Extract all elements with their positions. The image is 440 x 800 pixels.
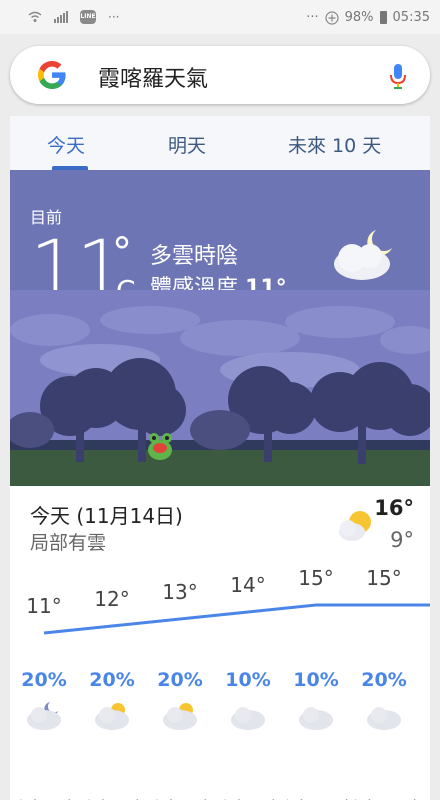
google-logo-icon xyxy=(36,59,68,96)
tab-tomorrow[interactable]: 明天 xyxy=(168,131,206,158)
status-bar: LINE ··· ··· 98% 05:35 xyxy=(0,0,440,34)
cloudy-icon xyxy=(231,707,265,730)
today-date: 今天 (11月14日) xyxy=(30,504,183,528)
cloudy-night-icon xyxy=(334,230,392,280)
today-low: 9° xyxy=(390,528,414,552)
line-app-icon: LINE xyxy=(80,10,96,24)
tab-today[interactable]: 今天 xyxy=(47,131,85,158)
clock: 05:35 xyxy=(392,10,430,25)
hourly-precip-label: 20% xyxy=(89,669,134,691)
cloudy-icon xyxy=(299,707,333,730)
more-notifications: ··· xyxy=(108,10,120,24)
partly-sunny-icon xyxy=(163,703,197,730)
mic-icon[interactable] xyxy=(388,62,408,90)
hourly-forecast-chart: 11°20%上午6時12°20%上午7時13°20%上午8時14°10%上午9時… xyxy=(13,566,430,800)
more-status: ··· xyxy=(306,10,319,25)
hourly-temp-label: 11° xyxy=(26,594,61,618)
search-query[interactable]: 霞喀羅天氣 xyxy=(98,61,208,93)
cloudy-icon xyxy=(367,707,401,730)
partly-sunny-icon xyxy=(339,511,371,541)
hourly-temp-label: 12° xyxy=(94,587,129,611)
weather-illustration xyxy=(10,290,430,486)
hourly-precip-label: 10% xyxy=(293,669,338,691)
today-summary: 今天 (11月14日) 局部有雲 16° 9° xyxy=(10,486,430,566)
partly-sunny-icon xyxy=(95,703,129,730)
hourly-precip-label: 20% xyxy=(157,669,202,691)
degree-symbol: ° xyxy=(112,230,132,276)
data-saver-icon xyxy=(325,10,339,25)
hourly-temp-label: 14° xyxy=(230,573,265,597)
hourly-precip-label: 10% xyxy=(225,669,270,691)
battery-icon xyxy=(379,11,387,24)
weather-card: 今天 明天 未來 10 天 目前 11 ° C 多雲時陰 體感溫度 11° xyxy=(10,116,430,800)
search-bar[interactable]: 霞喀羅天氣 xyxy=(10,46,430,104)
battery-percent: 98% xyxy=(344,10,374,25)
wifi-icon xyxy=(28,11,42,22)
hourly-precip-label: 20% xyxy=(361,669,406,691)
tab-10-days[interactable]: 未來 10 天 xyxy=(288,131,381,158)
today-high: 16° xyxy=(374,496,414,520)
hourly-temp-label: 15° xyxy=(298,566,333,590)
hourly-temp-label: 13° xyxy=(162,580,197,604)
today-description: 局部有雲 xyxy=(30,532,107,554)
current-weather-panel: 目前 11 ° C 多雲時陰 體感溫度 11° xyxy=(10,170,430,486)
current-condition: 多雲時陰 xyxy=(150,244,239,269)
hourly-precip-label: 20% xyxy=(21,669,66,691)
cloudy-night-icon xyxy=(27,702,61,730)
signal-icon xyxy=(54,11,68,23)
tab-bar: 今天 明天 未來 10 天 xyxy=(10,116,430,170)
hourly-temp-label: 15° xyxy=(366,566,401,590)
